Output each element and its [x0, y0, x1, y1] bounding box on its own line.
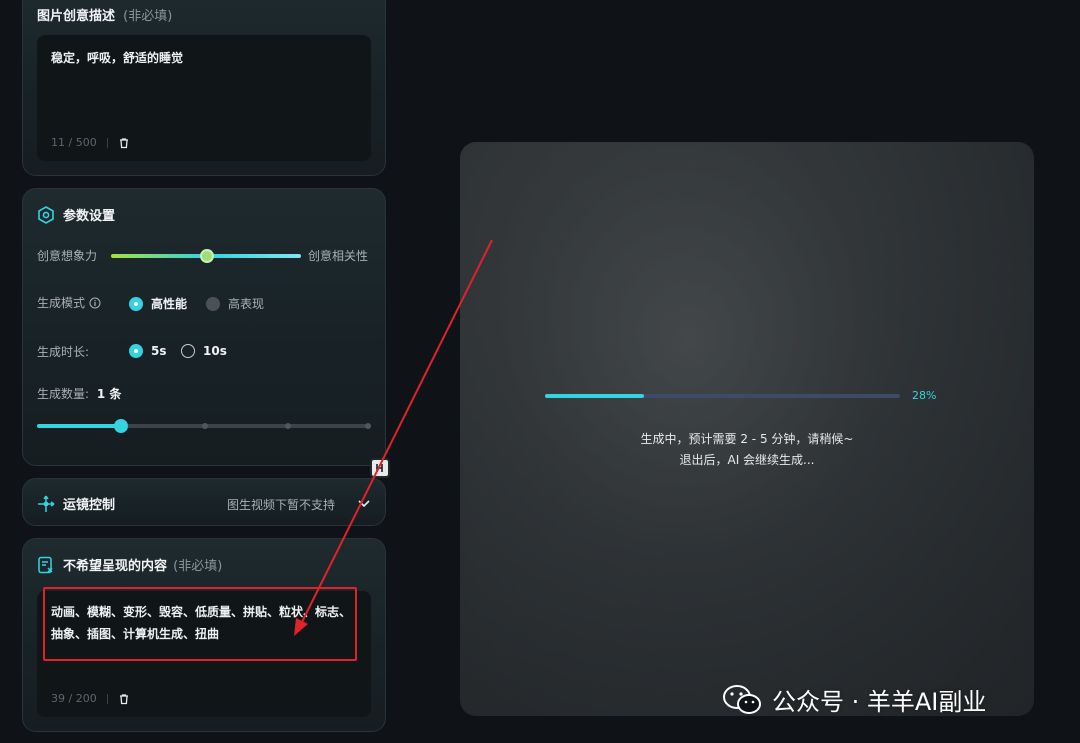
generation-status-line2: 退出后，AI 会继续生成...: [679, 453, 815, 467]
duration-option-5s-label[interactable]: 5s: [151, 344, 167, 358]
mode-option-quality[interactable]: 高表现: [206, 295, 264, 312]
camera-unsupported-note: 图生视频下暂不支持: [227, 498, 336, 512]
prompt-textarea[interactable]: 稳定，呼吸，舒适的睡觉 11 / 500: [37, 35, 371, 161]
creativity-left-label: 创意想象力: [37, 249, 98, 263]
radio-unselected-icon[interactable]: [206, 296, 220, 311]
radio-unselected-icon[interactable]: [181, 344, 195, 358]
count-slider-fill: [37, 424, 121, 428]
wechat-icon: [723, 684, 761, 714]
prompt-optional-note: (非必填): [123, 9, 173, 24]
annotation-highlight-box: [43, 587, 357, 661]
progress-bar-fill: [545, 394, 645, 398]
count-slider-step: [285, 423, 291, 429]
divider: [106, 693, 108, 704]
preview-image-overlay: [460, 142, 1034, 716]
prompt-panel: 图片创意描述 (非必填) 稳定，呼吸，舒适的睡觉 11 / 500: [22, 0, 386, 176]
prompt-char-counter: 11 / 500: [51, 136, 97, 149]
params-panel-title: 参数设置: [63, 209, 116, 224]
radio-selected-icon[interactable]: [129, 296, 143, 311]
count-slider-step: [365, 423, 371, 429]
chevron-down-icon[interactable]: [357, 497, 371, 511]
duration-option-10s[interactable]: 10s: [181, 344, 227, 358]
duration-option-10s-label[interactable]: 10s: [203, 344, 227, 358]
watermark: 公众号 · 羊羊AI副业: [722, 682, 986, 717]
duration-option-5s[interactable]: 5s: [129, 344, 167, 358]
trash-icon[interactable]: [118, 693, 130, 705]
mode-option-performance-label[interactable]: 高性能: [151, 295, 187, 312]
creativity-slider-handle[interactable]: [200, 249, 214, 263]
negative-optional-note: (非必填): [173, 559, 223, 574]
negative-char-counter: 39 / 200: [51, 692, 97, 705]
divider: [106, 137, 108, 148]
count-value: 1 条: [96, 387, 122, 401]
watermark-text: 公众号 · 羊羊AI副业: [772, 688, 987, 716]
count-slider[interactable]: [37, 419, 371, 433]
mode-option-performance[interactable]: 高性能: [129, 295, 187, 312]
creativity-right-label: 创意相关性: [308, 249, 369, 263]
settings-hexagon-icon: [38, 205, 54, 224]
trash-icon[interactable]: [118, 137, 130, 149]
info-icon[interactable]: [89, 297, 101, 309]
duration-label: 生成时长:: [37, 345, 90, 359]
count-slider-step: [202, 423, 208, 429]
mode-option-quality-label[interactable]: 高表现: [228, 295, 264, 312]
generation-status-line1: 生成中，预计需要 2 - 5 分钟，请稍候~: [640, 432, 854, 446]
collapse-toggle-icon[interactable]: [370, 458, 390, 478]
generation-preview: 28% 生成中，预计需要 2 - 5 分钟，请稍候~ 退出后，AI 会继续生成.…: [460, 142, 1034, 716]
progress-percent: 28%: [912, 389, 937, 402]
count-slider-handle[interactable]: [114, 419, 128, 433]
prompt-panel-title: 图片创意描述: [37, 9, 116, 24]
camera-move-icon: [38, 495, 55, 512]
creativity-slider[interactable]: [111, 249, 301, 263]
radio-selected-icon[interactable]: [129, 344, 143, 358]
mode-label: 生成模式: [37, 296, 86, 310]
document-x-icon: [38, 556, 53, 573]
params-panel: 参数设置 创意想象力 创意相关性 生成模式 高性能 高表现 生成时长: 5s 1…: [22, 188, 386, 466]
camera-panel-title: 运镜控制: [63, 498, 116, 513]
negative-panel-title: 不希望呈现的内容: [63, 559, 168, 574]
prompt-text[interactable]: 稳定，呼吸，舒适的睡觉: [51, 47, 357, 69]
progress-bar: [545, 394, 900, 398]
camera-panel[interactable]: 运镜控制 图生视频下暂不支持: [22, 478, 386, 526]
count-label: 生成数量:: [37, 387, 90, 401]
